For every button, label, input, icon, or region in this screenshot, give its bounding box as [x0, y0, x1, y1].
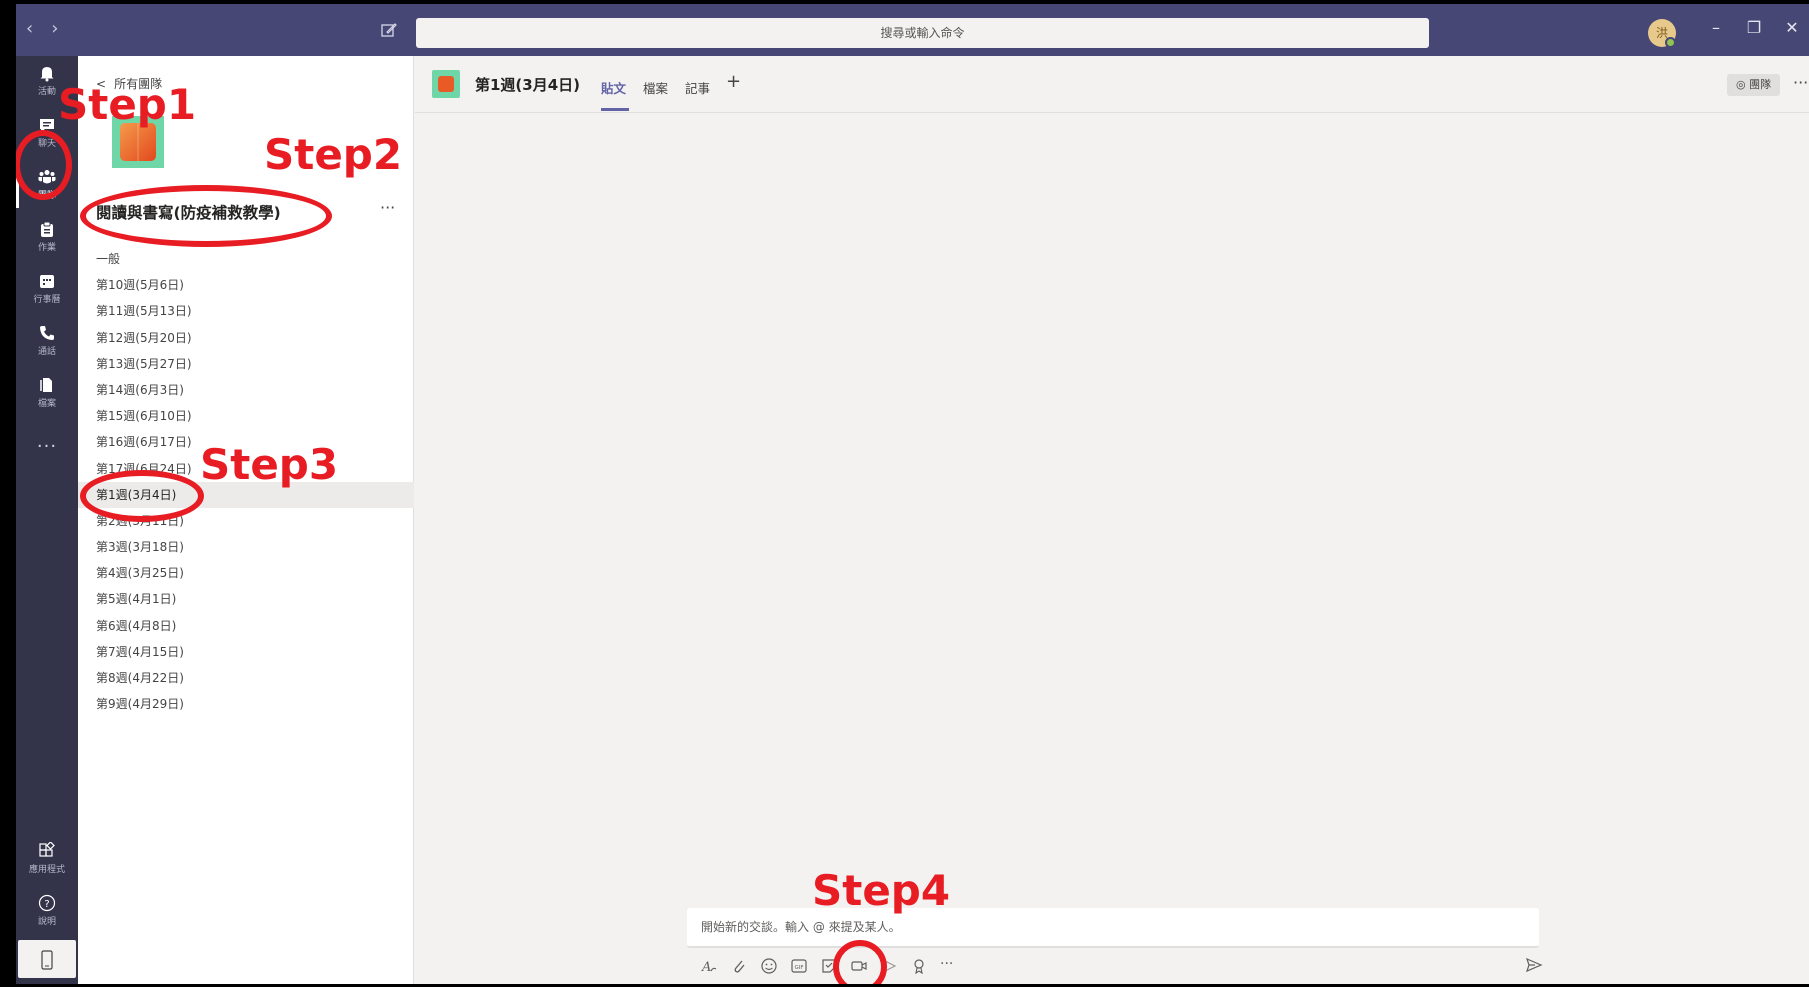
title-bar: ‹ › 搜尋或輸入命令 洪 – ❐ ✕: [16, 4, 1809, 56]
send-icon[interactable]: [1525, 956, 1543, 974]
channel-item[interactable]: 第6週(4月8日): [78, 613, 414, 639]
forward-arrow-icon[interactable]: ›: [51, 18, 58, 39]
channel-item[interactable]: 第10週(5月6日): [78, 272, 414, 298]
teams-window: ‹ › 搜尋或輸入命令 洪 – ❐ ✕ 活動 聊天 團隊 作業 行事曆 通話 檔…: [16, 4, 1809, 984]
annotation-ring-channel: [80, 470, 204, 522]
emoji-icon[interactable]: [760, 957, 778, 975]
tab-files[interactable]: 檔案: [643, 78, 668, 97]
svg-text:?: ?: [44, 899, 49, 910]
more-toolbar-icon[interactable]: ···: [940, 957, 958, 975]
attach-icon[interactable]: [730, 957, 748, 975]
rail-label: 應用程式: [28, 865, 65, 875]
more-options-icon[interactable]: ···: [1793, 73, 1808, 92]
tab-notes[interactable]: 記事: [685, 78, 710, 97]
channel-item[interactable]: 第3週(3月18日): [78, 534, 414, 560]
annotation-ring-teams: [16, 130, 72, 200]
annotation-step1: Step1: [58, 80, 197, 129]
annotation-step2: Step2: [264, 130, 403, 179]
rail-label: 說明: [37, 917, 56, 927]
gif-icon[interactable]: GIF: [790, 957, 808, 975]
channel-item[interactable]: 第5週(4月1日): [78, 586, 414, 612]
rail-item-calls[interactable]: 通話: [16, 318, 78, 368]
channel-header: 第1週(3月4日) 貼文 檔案 記事 + ◎ 團隊 ···: [415, 56, 1809, 113]
help-icon: ?: [38, 894, 56, 912]
svg-text:A: A: [701, 960, 711, 975]
channel-title: 第1週(3月4日): [475, 76, 581, 94]
active-tab-indicator: [601, 108, 629, 111]
praise-icon[interactable]: [910, 957, 928, 975]
format-icon[interactable]: A: [700, 957, 718, 975]
annotation-ring-team-name: [80, 185, 332, 247]
channel-item[interactable]: 第7週(4月15日): [78, 639, 414, 665]
channel-item[interactable]: 第4週(3月25日): [78, 560, 414, 586]
tab-posts[interactable]: 貼文: [601, 78, 626, 97]
channel-item[interactable]: 第8週(4月22日): [78, 665, 414, 691]
channel-item[interactable]: 第11週(5月13日): [78, 298, 414, 324]
apps-icon: [39, 842, 55, 857]
new-chat-icon[interactable]: [380, 21, 398, 39]
rail-label: 作業: [37, 243, 56, 253]
rail-label: 行事曆: [33, 295, 61, 305]
restore-button[interactable]: ❐: [1742, 18, 1766, 37]
back-arrow-icon[interactable]: ‹: [26, 18, 33, 39]
annotation-step3: Step3: [200, 440, 339, 489]
channel-main: 第1週(3月4日) 貼文 檔案 記事 + ◎ 團隊 ··· 開始新的交談。輸入 …: [415, 56, 1809, 984]
assignment-icon: [41, 221, 53, 237]
channel-item[interactable]: 第15週(6月10日): [78, 403, 414, 429]
rail-item-assignments[interactable]: 作業: [16, 214, 78, 264]
team-button[interactable]: ◎ 團隊: [1727, 74, 1781, 96]
compose-toolbar: A GIF ···: [700, 956, 958, 976]
rail-label: 通話: [37, 347, 56, 357]
channel-item[interactable]: 第13週(5月27日): [78, 351, 414, 377]
history-nav: ‹ ›: [26, 18, 58, 39]
channel-item[interactable]: 第9週(4月29日): [78, 691, 414, 717]
rail-item-help[interactable]: ? 說明: [16, 888, 78, 938]
rail-item-apps[interactable]: 應用程式: [16, 836, 78, 886]
rail-item-files[interactable]: 檔案: [16, 370, 78, 420]
bell-icon: [40, 67, 54, 82]
download-mobile-app-button[interactable]: [18, 940, 76, 978]
rail-label: 檔案: [37, 399, 56, 409]
search-input[interactable]: 搜尋或輸入命令: [416, 18, 1429, 48]
channel-item[interactable]: 第14週(6月3日): [78, 377, 414, 403]
presence-badge: [1665, 37, 1676, 48]
channel-item[interactable]: 第12週(5月20日): [78, 325, 414, 351]
channel-team-icon: [432, 70, 460, 98]
file-icon: [40, 378, 52, 392]
minimize-button[interactable]: –: [1704, 18, 1728, 37]
rail-item-calendar[interactable]: 行事曆: [16, 266, 78, 316]
calendar-icon: [40, 275, 54, 288]
add-tab-button[interactable]: +: [726, 71, 741, 92]
annotation-step4: Step4: [812, 866, 951, 915]
team-more-options-icon[interactable]: ···: [380, 198, 395, 217]
svg-text:GIF: GIF: [794, 965, 803, 971]
mobile-phone-icon: [41, 950, 53, 970]
more-apps-icon[interactable]: ···: [16, 436, 78, 457]
channel-item[interactable]: 一般: [78, 246, 414, 272]
close-button[interactable]: ✕: [1780, 18, 1804, 37]
phone-icon: [40, 326, 54, 340]
